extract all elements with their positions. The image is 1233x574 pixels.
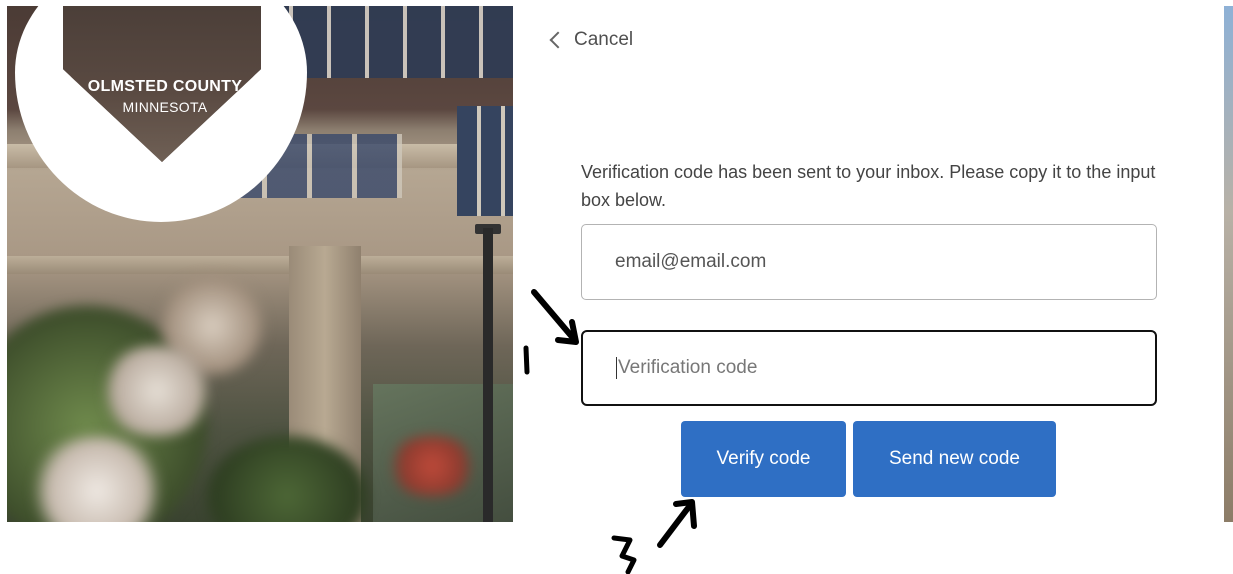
blossom (387, 436, 477, 496)
verify-code-button[interactable]: Verify code (681, 421, 846, 497)
cancel-link[interactable]: Cancel (546, 26, 633, 54)
building-ledge (7, 256, 513, 274)
logo-subtitle: MINNESOTA (122, 99, 208, 115)
lamp-post (483, 228, 493, 522)
annotation-arrow-2 (657, 499, 697, 548)
verification-code-placeholder: Verification code (618, 357, 758, 378)
email-value: email@email.com (615, 251, 767, 272)
chevron-left-icon (549, 31, 567, 49)
cancel-label: Cancel (574, 29, 634, 50)
send-new-code-button[interactable]: Send new code (853, 421, 1056, 497)
background-edge (1224, 6, 1233, 522)
logo-title: OLMSTED COUNTY (87, 78, 243, 95)
verification-message: Verification code has been sent to your … (581, 162, 1156, 210)
sign-in-page: OLMSTED COUNTY MINNESOTA Cancel Verifica… (0, 0, 1233, 574)
annotation-mark-1 (523, 345, 530, 375)
logo: OLMSTED COUNTY MINNESOTA (69, 78, 261, 115)
blossom (97, 346, 217, 436)
annotation-mark-2 (611, 535, 637, 574)
hero-photo: OLMSTED COUNTY MINNESOTA (7, 6, 513, 522)
verification-code-input[interactable]: Verification code (581, 330, 1157, 406)
email-field[interactable]: email@email.com (581, 224, 1157, 300)
text-caret (616, 357, 617, 379)
building-windows (457, 106, 513, 216)
annotation-arrow-1 (531, 289, 579, 345)
